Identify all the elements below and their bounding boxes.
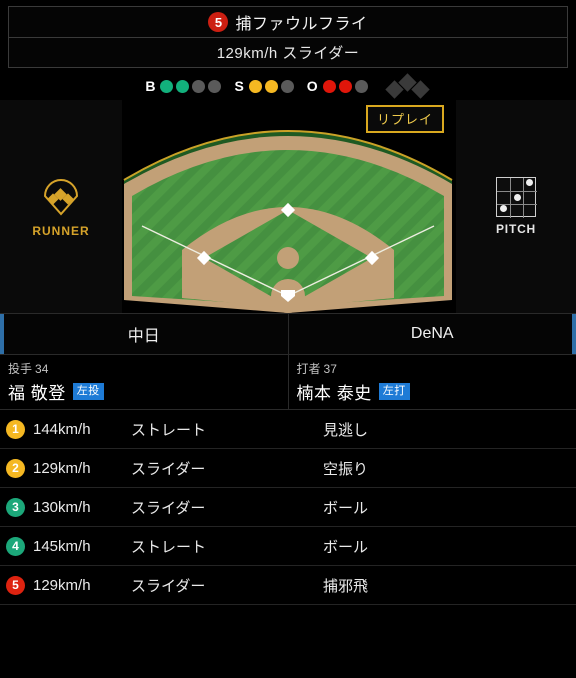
pitch-number-badge: 4 (6, 536, 25, 556)
strike-dot-2 (264, 79, 278, 93)
batter-hand-badge: 左打 (378, 383, 410, 400)
batter-role-label: 打者 (296, 362, 321, 376)
strike-dot-3 (280, 79, 294, 93)
ball-count-label: B (145, 78, 156, 94)
pitch-row[interactable]: 2 129km/h スライダー 空振り (0, 449, 576, 488)
result-pitch-count-badge: 5 (208, 12, 229, 32)
base-occupancy-indicator (384, 73, 431, 99)
pitch-location-panel[interactable]: PITCH (456, 100, 576, 313)
team-away-cell[interactable]: 中日 (0, 314, 289, 354)
players-row: 投手 34 福 敬登 左投 打者 37 楠本 泰史 左打 (0, 355, 576, 410)
pitch-row[interactable]: 1 144km/h ストレート 見逃し (0, 410, 576, 449)
runner-panel-label: RUNNER (32, 223, 90, 238)
pitch-row[interactable]: 5 129km/h スライダー 捕邪飛 (0, 566, 576, 605)
ball-dot-1 (160, 79, 174, 93)
pitch-result: ボール (323, 538, 369, 556)
replay-button[interactable]: リプレイ (365, 105, 444, 133)
pitcher-name-line: 福 敬登 左投 (8, 379, 288, 404)
pitch-number-badge: 5 (6, 575, 25, 595)
ball-dot-4 (208, 79, 222, 93)
baseball-field-diagram[interactable]: リプレイ (122, 100, 456, 313)
pitch-dot-1 (526, 179, 533, 186)
pitch-result: 捕邪飛 (323, 577, 369, 595)
result-outcome-row: 5 捕ファウルフライ (8, 6, 568, 38)
pitcher-role-line: 投手 34 (8, 360, 288, 377)
pitch-number-badge: 1 (6, 419, 25, 439)
pitch-panel-label: PITCH (496, 222, 536, 236)
pitch-type: ストレート (131, 421, 207, 439)
pitcher-number: 34 (35, 362, 49, 376)
runner-icon (39, 176, 83, 220)
team-away-name: 中日 (127, 328, 160, 345)
field-section: RUNNER リプレイ PITCH (0, 100, 576, 313)
runner-panel[interactable]: RUNNER (0, 100, 122, 313)
pitch-result: 見逃し (323, 421, 369, 439)
ball-dot-2 (176, 79, 190, 93)
pitcher-cell[interactable]: 投手 34 福 敬登 左投 (0, 355, 289, 409)
pitch-speed: 130km/h (33, 498, 91, 516)
pitch-type: スライダー (131, 460, 206, 478)
out-dot-2 (338, 79, 352, 93)
batter-role-line: 打者 37 (297, 360, 576, 377)
result-outcome-text: 捕ファウルフライ (235, 16, 368, 33)
out-count-group: O (307, 78, 371, 94)
baseball-live-panel: 5 捕ファウルフライ 129km/h スライダー B S O RUNNER リプ… (0, 0, 576, 678)
strike-count-group: S (234, 78, 296, 94)
pitch-sequence-list: 1 144km/h ストレート 見逃し 2 129km/h スライダー 空振り 3 130km/h… (0, 410, 576, 605)
pitch-result: 空振り (323, 460, 369, 478)
team-home-cell[interactable]: DeNA (288, 314, 576, 354)
out-dot-1 (322, 79, 336, 93)
batter-number: 37 (323, 362, 337, 376)
team-header-row: 中日 DeNA (0, 313, 576, 355)
pitch-type: スライダー (131, 499, 206, 517)
pitcher-name: 福 敬登 (8, 384, 66, 403)
strike-dot-1 (248, 79, 262, 93)
pitch-number-badge: 3 (6, 497, 25, 517)
out-dot-3 (354, 79, 368, 93)
pitch-speed: 144km/h (33, 420, 91, 438)
ball-count-group: B (145, 78, 224, 94)
pitch-row[interactable]: 4 145km/h ストレート ボール (0, 527, 576, 566)
batter-cell[interactable]: 打者 37 楠本 泰史 左打 (289, 355, 576, 409)
ball-dot-3 (192, 79, 206, 93)
batter-name: 楠本 泰史 (296, 384, 372, 403)
pitch-speed: 129km/h (33, 576, 91, 594)
team-home-name: DeNA (410, 325, 454, 342)
pitch-dot-3 (500, 205, 507, 212)
strike-count-label: S (234, 78, 244, 94)
count-indicator-bar: B S O (0, 72, 576, 100)
pitch-type: スライダー (131, 577, 206, 595)
result-pitch-detail-row: 129km/h スライダー (8, 38, 568, 68)
pitch-dot-2 (514, 194, 521, 201)
pitch-grid-icon (496, 177, 537, 218)
pitcher-hand-badge: 左投 (72, 383, 104, 400)
pitch-number-badge: 2 (6, 458, 25, 478)
pitch-row[interactable]: 3 130km/h スライダー ボール (0, 488, 576, 527)
out-count-label: O (306, 78, 318, 94)
pitch-speed: 145km/h (33, 537, 91, 555)
pitch-speed: 129km/h (33, 459, 91, 477)
result-pitch-detail-text: 129km/h スライダー (216, 45, 360, 62)
pitcher-role-label: 投手 (8, 362, 33, 376)
pitch-type: ストレート (131, 538, 207, 556)
pitch-result: ボール (323, 499, 369, 517)
batter-name-line: 楠本 泰史 左打 (297, 379, 576, 404)
result-header: 5 捕ファウルフライ 129km/h スライダー (0, 0, 576, 68)
